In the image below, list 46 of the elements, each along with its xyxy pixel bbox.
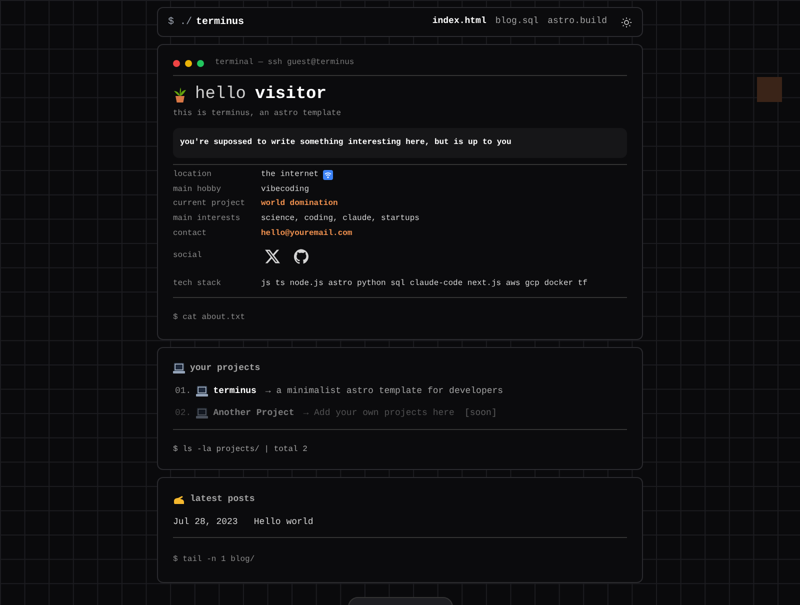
x-logo-icon[interactable] bbox=[265, 248, 280, 264]
info-label: tech stack bbox=[173, 278, 222, 290]
theme-toggle-icon[interactable] bbox=[621, 16, 632, 28]
post-date: Jul 28, 2023 bbox=[173, 516, 238, 529]
nav-link[interactable]: blog.sql bbox=[495, 15, 539, 29]
terminal-title: terminal — ssh guest@terminus bbox=[215, 57, 354, 69]
info-label: location bbox=[173, 169, 212, 182]
writing-hand-icon bbox=[173, 494, 185, 505]
command-line: $ tail -n 1 blog/ bbox=[173, 555, 255, 564]
laptop-icon bbox=[173, 362, 185, 374]
project-tag: [soon] bbox=[464, 406, 497, 420]
prompt: $ ./ bbox=[168, 16, 192, 30]
project-name[interactable]: terminus bbox=[213, 385, 256, 399]
command-line: $ cat about.txt bbox=[173, 312, 246, 322]
note-box: you're supossed to write something interesting here, but is up to you bbox=[173, 128, 627, 158]
subtitle: this is terminus, an astro template bbox=[173, 108, 342, 120]
command-line: $ ls -la projects/ | total 2 bbox=[173, 445, 308, 454]
laptop-icon bbox=[196, 408, 208, 419]
info-value: vibecoding bbox=[261, 184, 310, 196]
github-logo-icon[interactable] bbox=[294, 248, 309, 264]
site-title[interactable]: terminus bbox=[196, 14, 244, 30]
wifi-icon bbox=[322, 170, 333, 180]
potted-plant-icon bbox=[173, 86, 187, 102]
info-label: current project bbox=[173, 198, 246, 210]
info-label: social bbox=[173, 250, 203, 262]
info-value: world domination bbox=[261, 198, 338, 210]
section-title: your projects bbox=[190, 362, 260, 375]
greeting: hello bbox=[195, 86, 246, 103]
info-label: main interests bbox=[173, 213, 242, 226]
nav-link[interactable]: astro.build bbox=[548, 15, 607, 29]
info-label: main hobby bbox=[173, 184, 222, 196]
project-number: 01. bbox=[175, 385, 192, 398]
info-value: js ts node.js astro python sql claude-code next.js aws gcp docker tf bbox=[261, 278, 588, 290]
post-title[interactable]: Hello world bbox=[254, 516, 314, 530]
project-number: 02. bbox=[175, 406, 192, 420]
info-value[interactable]: hello@youremail.com bbox=[261, 228, 352, 240]
visitor-name: visitor bbox=[255, 86, 326, 103]
info-label: contact bbox=[173, 228, 208, 240]
section-title: latest posts bbox=[190, 493, 255, 506]
project-description: → Add your own projects here bbox=[303, 406, 454, 420]
grid-cell-highlight bbox=[757, 77, 782, 102]
info-value: science, coding, claude, startups bbox=[261, 213, 420, 226]
nav-link[interactable]: index.html bbox=[432, 15, 486, 29]
info-value: the internet bbox=[261, 169, 319, 182]
project-description: → a minimalist astro template for developers bbox=[265, 385, 504, 398]
laptop-icon bbox=[196, 386, 208, 398]
